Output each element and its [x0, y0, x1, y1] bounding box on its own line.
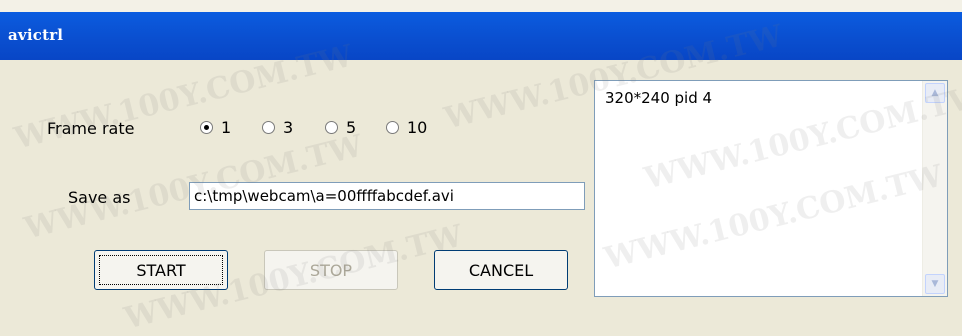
scroll-up-button[interactable]: ▲: [925, 83, 945, 103]
window-top-edge: [0, 0, 962, 12]
stop-button[interactable]: STOP: [264, 250, 398, 290]
cancel-button-label: CANCEL: [468, 260, 534, 280]
radio-unchecked-icon: [325, 121, 338, 134]
log-entry: 320*240 pid 4: [605, 89, 713, 107]
radio-checked-icon: [200, 121, 213, 134]
save-as-input[interactable]: c:\tmp\webcam\a=00ffffabcdef.avi: [189, 182, 585, 210]
start-button[interactable]: START: [94, 250, 228, 290]
scroll-down-button[interactable]: ▼: [925, 274, 945, 294]
save-as-label: Save as: [68, 188, 131, 207]
frame-rate-option-label: 1: [221, 118, 232, 137]
frame-rate-option-5[interactable]: 5: [325, 118, 356, 137]
chevron-down-icon: ▼: [931, 279, 939, 289]
vertical-scrollbar[interactable]: ▲ ▼: [922, 81, 947, 296]
log-listbox[interactable]: 320*240 pid 4 ▲ ▼: [594, 80, 948, 297]
chevron-up-icon: ▲: [931, 88, 939, 98]
frame-rate-option-label: 3: [283, 118, 294, 137]
frame-rate-label: Frame rate: [47, 119, 135, 138]
frame-rate-option-10[interactable]: 10: [386, 118, 427, 137]
title-bar[interactable]: avictrl: [0, 12, 962, 60]
frame-rate-option-label: 5: [346, 118, 357, 137]
frame-rate-option-1[interactable]: 1: [200, 118, 231, 137]
window-title: avictrl: [8, 26, 64, 44]
frame-rate-option-label: 10: [407, 118, 428, 137]
frame-rate-option-3[interactable]: 3: [262, 118, 293, 137]
cancel-button[interactable]: CANCEL: [434, 250, 568, 290]
radio-unchecked-icon: [386, 121, 399, 134]
radio-unchecked-icon: [262, 121, 275, 134]
stop-button-label: STOP: [309, 260, 353, 280]
start-button-label: START: [136, 260, 186, 280]
